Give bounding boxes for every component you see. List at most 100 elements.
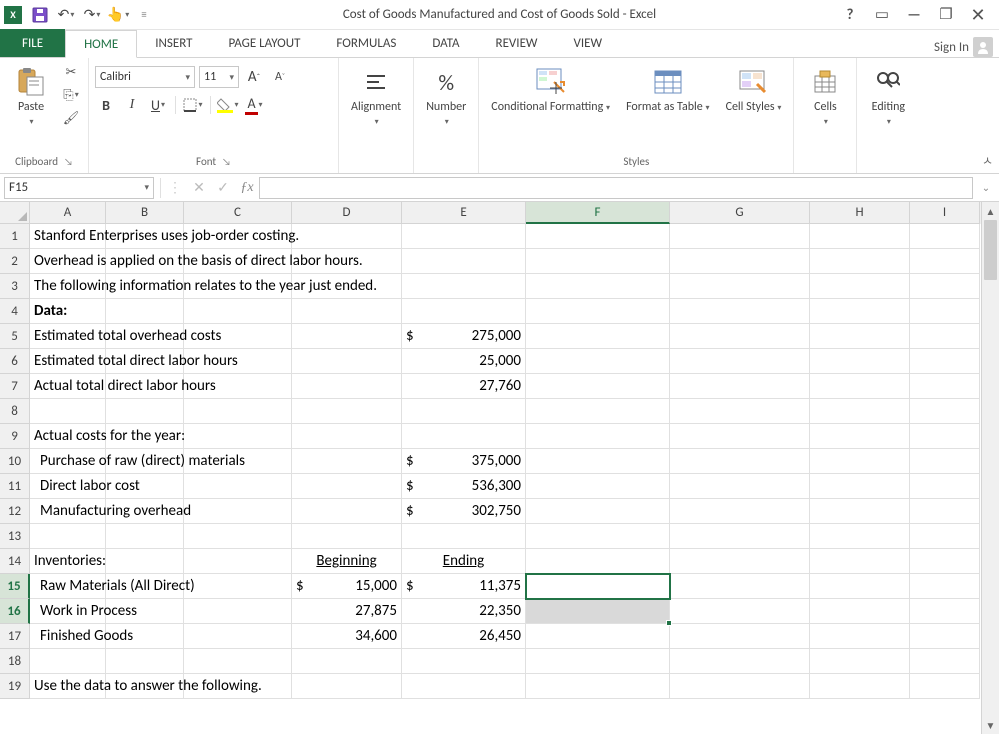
cell[interactable] xyxy=(810,249,910,274)
cell[interactable] xyxy=(106,649,184,674)
cell[interactable] xyxy=(670,324,810,349)
cell[interactable]: 27,760 xyxy=(402,374,526,399)
bold-button[interactable]: B xyxy=(95,94,117,116)
cell[interactable]: Direct labor cost xyxy=(30,474,106,499)
cell[interactable]: Raw Materials (All Direct) xyxy=(30,574,106,599)
col-header-f[interactable]: F xyxy=(526,202,670,224)
scroll-down-button[interactable]: ▼ xyxy=(982,716,999,734)
cell[interactable] xyxy=(526,649,670,674)
cell[interactable] xyxy=(184,649,292,674)
cells-button[interactable]: Cells▾ xyxy=(800,62,850,132)
cell[interactable] xyxy=(402,424,526,449)
cell[interactable] xyxy=(670,649,810,674)
col-header-d[interactable]: D xyxy=(292,202,402,224)
cell[interactable] xyxy=(292,499,402,524)
scroll-track[interactable] xyxy=(982,220,999,716)
cell[interactable] xyxy=(106,399,184,424)
row-header[interactable]: 10 xyxy=(0,449,30,474)
format-as-table-button[interactable]: Format as Table ▾ xyxy=(620,62,716,118)
row-header[interactable]: 14 xyxy=(0,549,30,574)
cell[interactable] xyxy=(526,524,670,549)
cell[interactable]: 27,875 xyxy=(292,599,402,624)
tab-formulas[interactable]: FORMULAS xyxy=(318,29,414,57)
undo-button[interactable]: ↶▾ xyxy=(54,3,78,27)
cell[interactable] xyxy=(810,674,910,699)
cell-styles-button[interactable]: Cell Styles ▾ xyxy=(720,62,788,118)
cell[interactable]: Overhead is applied on the basis of dire… xyxy=(30,249,106,274)
fill-color-button[interactable]: ▾ xyxy=(217,94,239,116)
cell[interactable]: $275,000 xyxy=(402,324,526,349)
cell[interactable] xyxy=(526,349,670,374)
vertical-scrollbar[interactable]: ▲ ▼ xyxy=(981,202,999,734)
cell[interactable] xyxy=(106,524,184,549)
cell[interactable] xyxy=(292,424,402,449)
cell[interactable] xyxy=(910,649,980,674)
cell[interactable] xyxy=(910,399,980,424)
cell[interactable] xyxy=(910,274,980,299)
cell[interactable] xyxy=(670,524,810,549)
cell[interactable]: $302,750 xyxy=(402,499,526,524)
row-header[interactable]: 15 xyxy=(0,574,30,599)
restore-button[interactable]: ❐ xyxy=(933,3,959,27)
cell[interactable] xyxy=(810,474,910,499)
touch-mode-button[interactable]: 👆▾ xyxy=(106,3,130,27)
close-button[interactable]: ✕ xyxy=(965,3,991,27)
name-box[interactable]: F15▾ xyxy=(4,177,154,199)
cell[interactable] xyxy=(184,299,292,324)
cell[interactable] xyxy=(184,524,292,549)
tab-file[interactable]: FILE xyxy=(0,29,65,57)
cell[interactable] xyxy=(292,649,402,674)
fill-handle[interactable] xyxy=(666,620,672,626)
cell[interactable] xyxy=(526,249,670,274)
cell[interactable] xyxy=(526,549,670,574)
row-header[interactable]: 18 xyxy=(0,649,30,674)
cell[interactable] xyxy=(670,624,810,649)
borders-button[interactable]: ▾ xyxy=(182,94,204,116)
cell[interactable] xyxy=(810,574,910,599)
cell[interactable] xyxy=(526,424,670,449)
cell[interactable] xyxy=(526,274,670,299)
cell[interactable] xyxy=(810,449,910,474)
spreadsheet-grid[interactable]: A B C D E F G H I 1Stanford Enterprises … xyxy=(0,202,981,734)
row-header[interactable]: 5 xyxy=(0,324,30,349)
cell[interactable]: $11,375 xyxy=(402,574,526,599)
ribbon-display-button[interactable]: ▭ xyxy=(869,3,895,27)
cell[interactable] xyxy=(402,249,526,274)
col-header-a[interactable]: A xyxy=(30,202,106,224)
tab-home[interactable]: HOME xyxy=(65,30,137,58)
row-header[interactable]: 11 xyxy=(0,474,30,499)
cell[interactable] xyxy=(670,399,810,424)
cell[interactable] xyxy=(910,574,980,599)
col-header-g[interactable]: G xyxy=(670,202,810,224)
tab-data[interactable]: DATA xyxy=(414,29,477,57)
cell[interactable] xyxy=(184,399,292,424)
formula-dropdown[interactable]: ⋮ xyxy=(163,177,187,199)
cell[interactable]: Manufacturing overhead xyxy=(30,499,106,524)
cell[interactable] xyxy=(910,224,980,249)
row-header[interactable]: 6 xyxy=(0,349,30,374)
cell[interactable] xyxy=(670,574,810,599)
insert-function-button[interactable]: ƒx xyxy=(235,177,259,199)
cell[interactable] xyxy=(670,299,810,324)
cell[interactable] xyxy=(30,524,106,549)
qat-customize-button[interactable]: ≡ xyxy=(132,3,156,27)
cell[interactable] xyxy=(184,424,292,449)
cell[interactable] xyxy=(810,224,910,249)
cell[interactable] xyxy=(184,599,292,624)
cell[interactable] xyxy=(670,224,810,249)
cell[interactable] xyxy=(526,399,670,424)
cell[interactable] xyxy=(910,349,980,374)
font-size-select[interactable]: 11▾ xyxy=(199,66,239,88)
alignment-button[interactable]: Alignment▾ xyxy=(345,62,407,132)
cell[interactable] xyxy=(670,424,810,449)
row-header[interactable]: 17 xyxy=(0,624,30,649)
cell[interactable]: Actual costs for the year: xyxy=(30,424,106,449)
cell[interactable] xyxy=(292,349,402,374)
cell[interactable] xyxy=(670,549,810,574)
cell[interactable]: Finished Goods xyxy=(30,624,106,649)
cell[interactable] xyxy=(810,274,910,299)
save-button[interactable] xyxy=(28,3,52,27)
row-header[interactable]: 3 xyxy=(0,274,30,299)
cancel-formula-button[interactable]: ✕ xyxy=(187,177,211,199)
row-header[interactable]: 4 xyxy=(0,299,30,324)
